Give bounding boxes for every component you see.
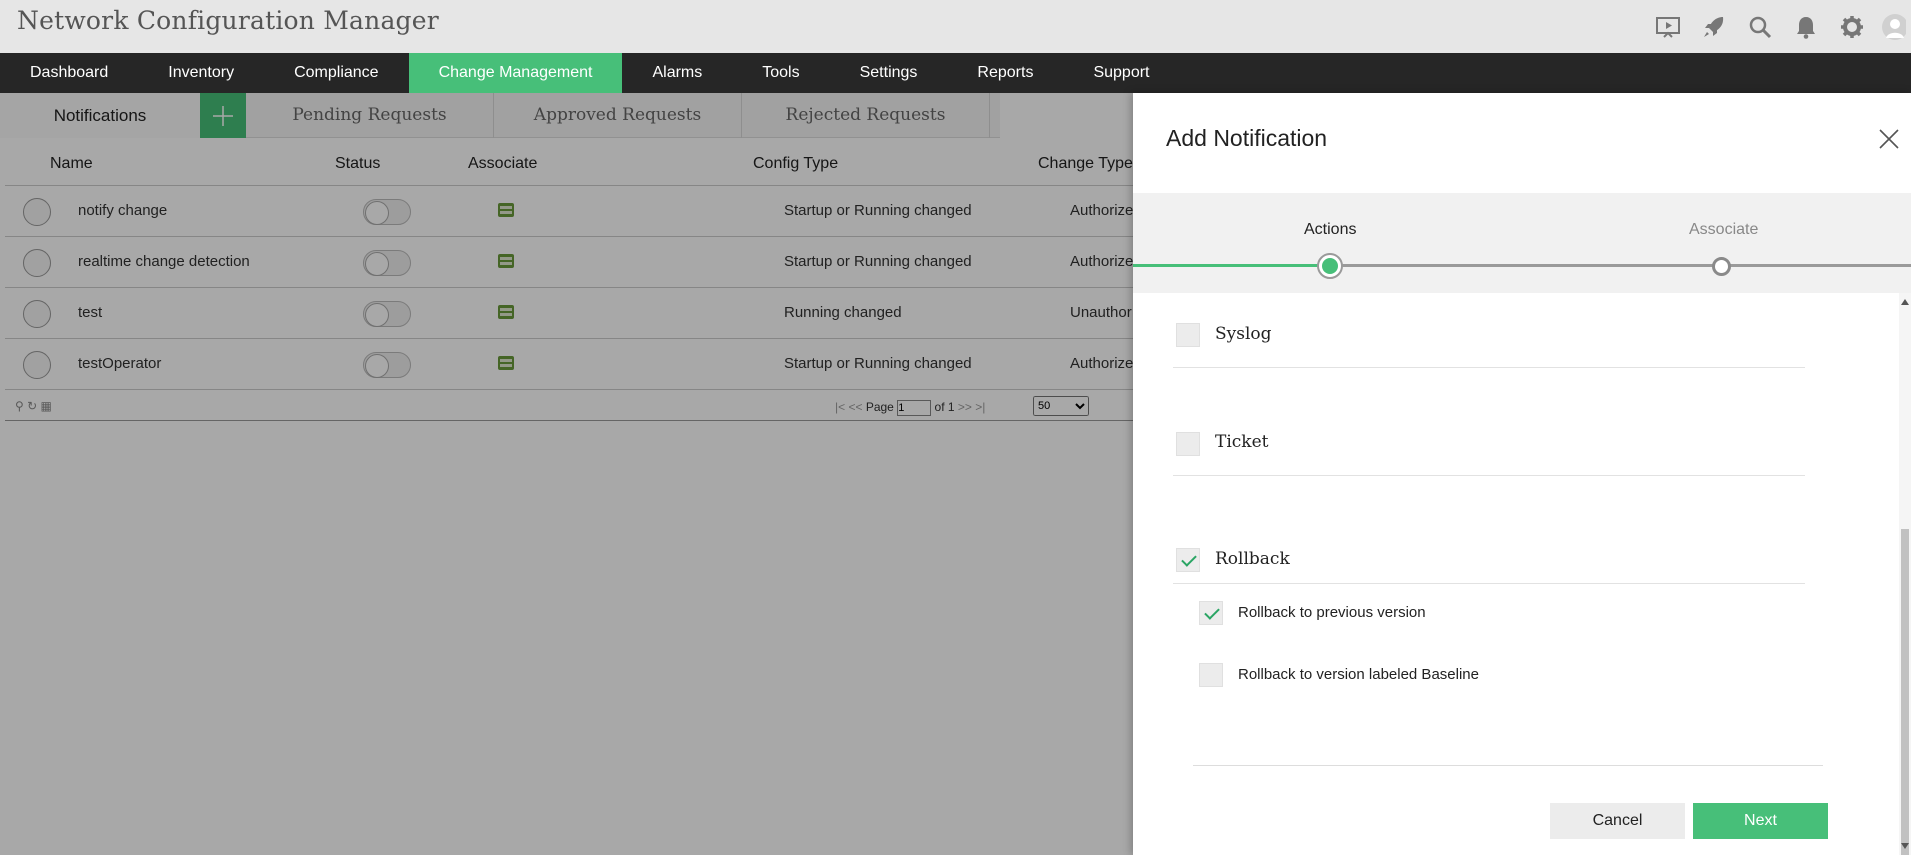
top-header: Network Configuration Manager [0,0,1911,53]
syslog-label: Syslog [1215,324,1272,344]
bell-icon[interactable] [1783,0,1829,53]
nav-support[interactable]: Support [1063,53,1179,93]
add-notification-panel: Add Notification Actions Associate Syslo… [1133,93,1911,855]
ticket-checkbox[interactable] [1176,432,1200,456]
rollback-label: Rollback [1215,549,1290,569]
gear-icon[interactable] [1829,0,1875,53]
rocket-icon[interactable] [1691,0,1737,53]
syslog-checkbox[interactable] [1176,323,1200,347]
step-progress-remaining [1330,264,1911,267]
nav-change-management[interactable]: Change Management [408,53,623,93]
close-icon[interactable] [1877,127,1901,151]
scroll-up-icon[interactable] [1901,299,1909,305]
user-avatar-icon[interactable] [1875,0,1911,53]
nav-inventory[interactable]: Inventory [138,53,264,93]
scrollbar-thumb[interactable] [1901,529,1909,855]
step-associate-marker[interactable] [1712,257,1731,276]
wizard-stepper: Actions Associate [1133,193,1911,293]
option-syslog: Syslog [1173,293,1805,368]
step-actions-label[interactable]: Actions [1304,221,1356,239]
option-ticket: Ticket [1173,368,1805,476]
nav-settings[interactable]: Settings [830,53,948,93]
rollback-checkbox[interactable] [1176,548,1200,572]
nav-reports[interactable]: Reports [947,53,1063,93]
rollback-baseline-label: Rollback to version labeled Baseline [1238,666,1479,683]
rollback-baseline-checkbox[interactable] [1199,663,1223,687]
rollback-previous-checkbox[interactable] [1199,601,1223,625]
step-associate-label[interactable]: Associate [1689,221,1758,239]
nav-dashboard[interactable]: Dashboard [0,53,138,93]
presentation-icon[interactable] [1645,0,1691,53]
step-actions-marker[interactable] [1317,253,1343,279]
options-divider [1193,765,1823,766]
nav-alarms[interactable]: Alarms [622,53,732,93]
nav-compliance[interactable]: Compliance [264,53,408,93]
nav-tools[interactable]: Tools [732,53,829,93]
step-progress-complete [1133,264,1330,267]
next-button[interactable]: Next [1693,803,1828,839]
actions-options: Syslog Ticket Rollback Rollback to previ… [1173,293,1885,855]
panel-title: Add Notification [1166,125,1328,151]
search-icon[interactable] [1737,0,1783,53]
main-nav: Dashboard Inventory Compliance Change Ma… [0,53,1911,93]
app-title: Network Configuration Manager [17,6,439,35]
cancel-button[interactable]: Cancel [1550,803,1685,839]
header-icons [1645,0,1911,53]
scroll-down-icon[interactable] [1901,843,1909,849]
option-rollback: Rollback [1173,476,1805,584]
ticket-label: Ticket [1215,432,1269,452]
rollback-previous-label: Rollback to previous version [1238,604,1426,621]
panel-scrollbar[interactable] [1899,293,1911,855]
